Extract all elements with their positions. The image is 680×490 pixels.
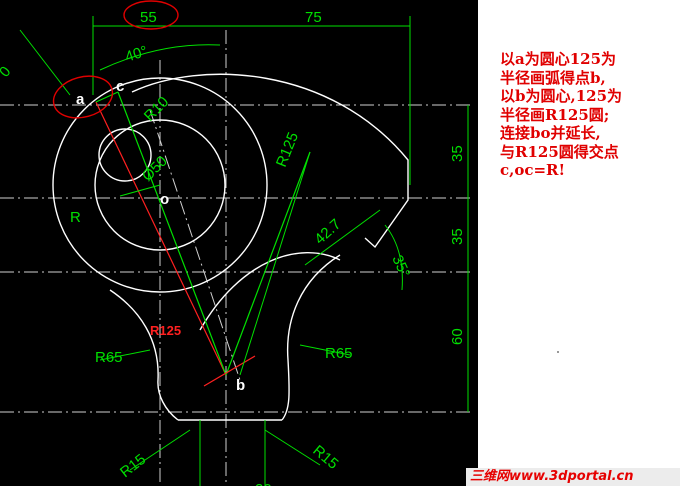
note-line: 与R125圆得交点 [500,142,619,161]
dim-75: 75 [305,9,322,26]
point-c-label: c [116,78,124,95]
explanation-note: 以a为圆心125为 半径画弧得点b, 以b为圆心,125为 半径画R125圆; … [500,50,670,180]
dim-55: 55 [140,9,157,26]
dim-r65-right: R65 [325,345,353,362]
point-o-label: o [160,191,169,208]
dim-0: 0 [0,63,14,80]
dim-r125: R125 [273,130,302,170]
point-b-label: b [236,377,245,394]
dim-r65-left: R65 [95,349,123,366]
dim-35-mid: 35 [449,228,466,245]
dim-r15-right: R15 [309,442,341,473]
cad-drawing-canvas: 55 75 40° R10 Ø50 R125 R 35 35 60 42.7 3… [0,0,478,490]
note-line: 以b为圆心,125为 [500,87,623,105]
dim-r15-left: R15 [117,451,149,481]
note-line: 半径画弧得点b, [500,68,606,87]
watermark: 三维网www.3dportal.cn [470,469,634,484]
dim-20: 20 [255,481,272,486]
stray-dot [557,351,559,353]
note-line: 连接bo并延长, [500,124,601,142]
dim-angle-35: 35° [388,253,413,281]
note-line: 半径画R125圆; [500,105,610,124]
dim-angle-40: 40° [123,43,150,66]
part-outline [52,73,409,421]
dim-35-top: 35 [449,145,466,162]
construction-r125-label: R125 [150,323,181,338]
point-a-label: a [76,91,85,108]
note-line: c,oc=R! [500,161,566,179]
note-line: 以a为圆心125为 [500,50,617,68]
dim-r: R [70,209,81,226]
cad-drawing: 55 75 40° R10 Ø50 R125 R 35 35 60 42.7 3… [0,0,470,490]
dim-42-7: 42.7 [311,216,344,248]
dim-60: 60 [449,328,466,345]
